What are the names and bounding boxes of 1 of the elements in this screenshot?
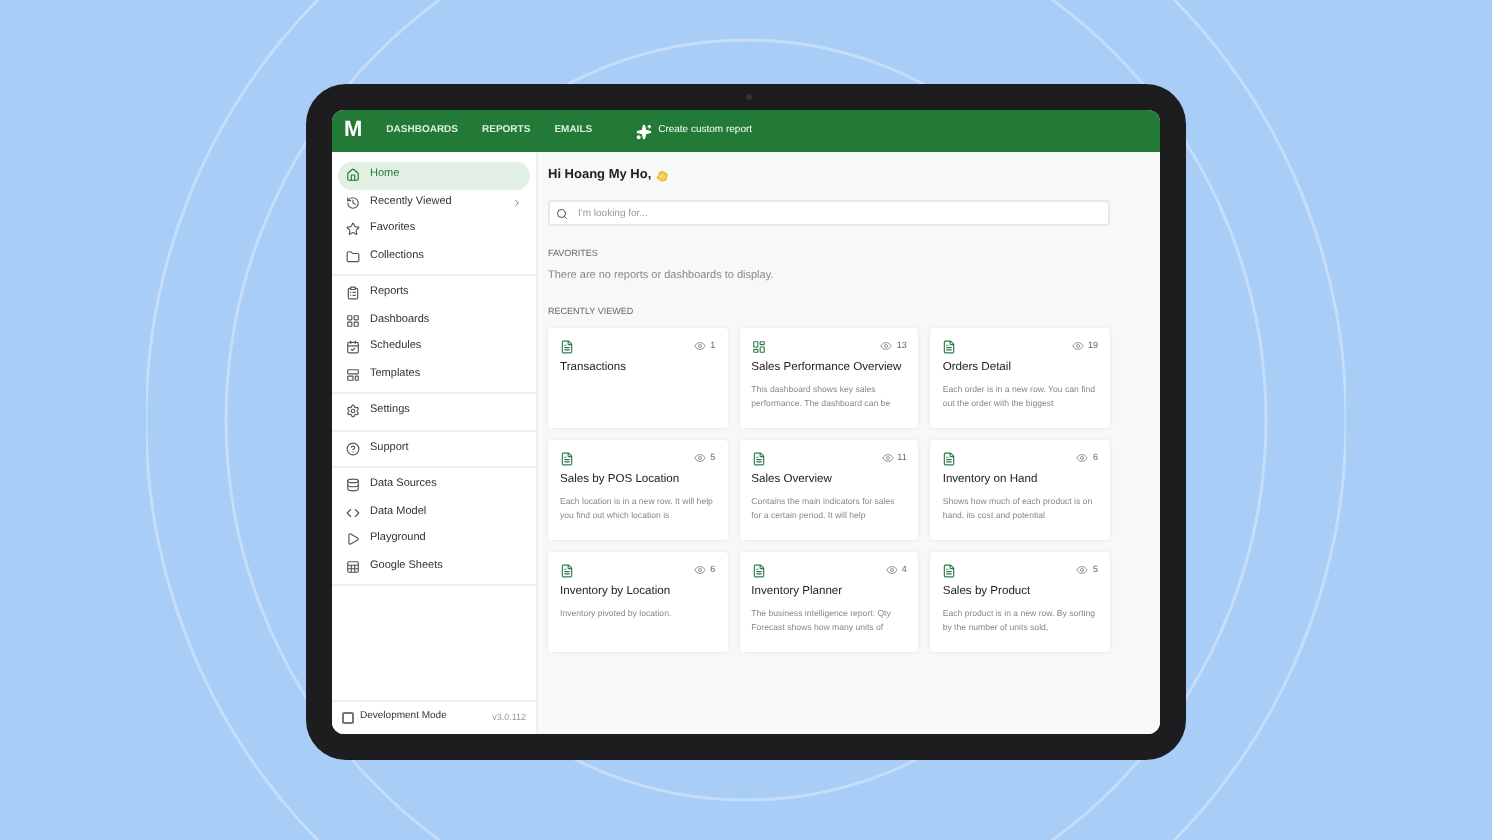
logo[interactable]: M bbox=[344, 120, 363, 142]
